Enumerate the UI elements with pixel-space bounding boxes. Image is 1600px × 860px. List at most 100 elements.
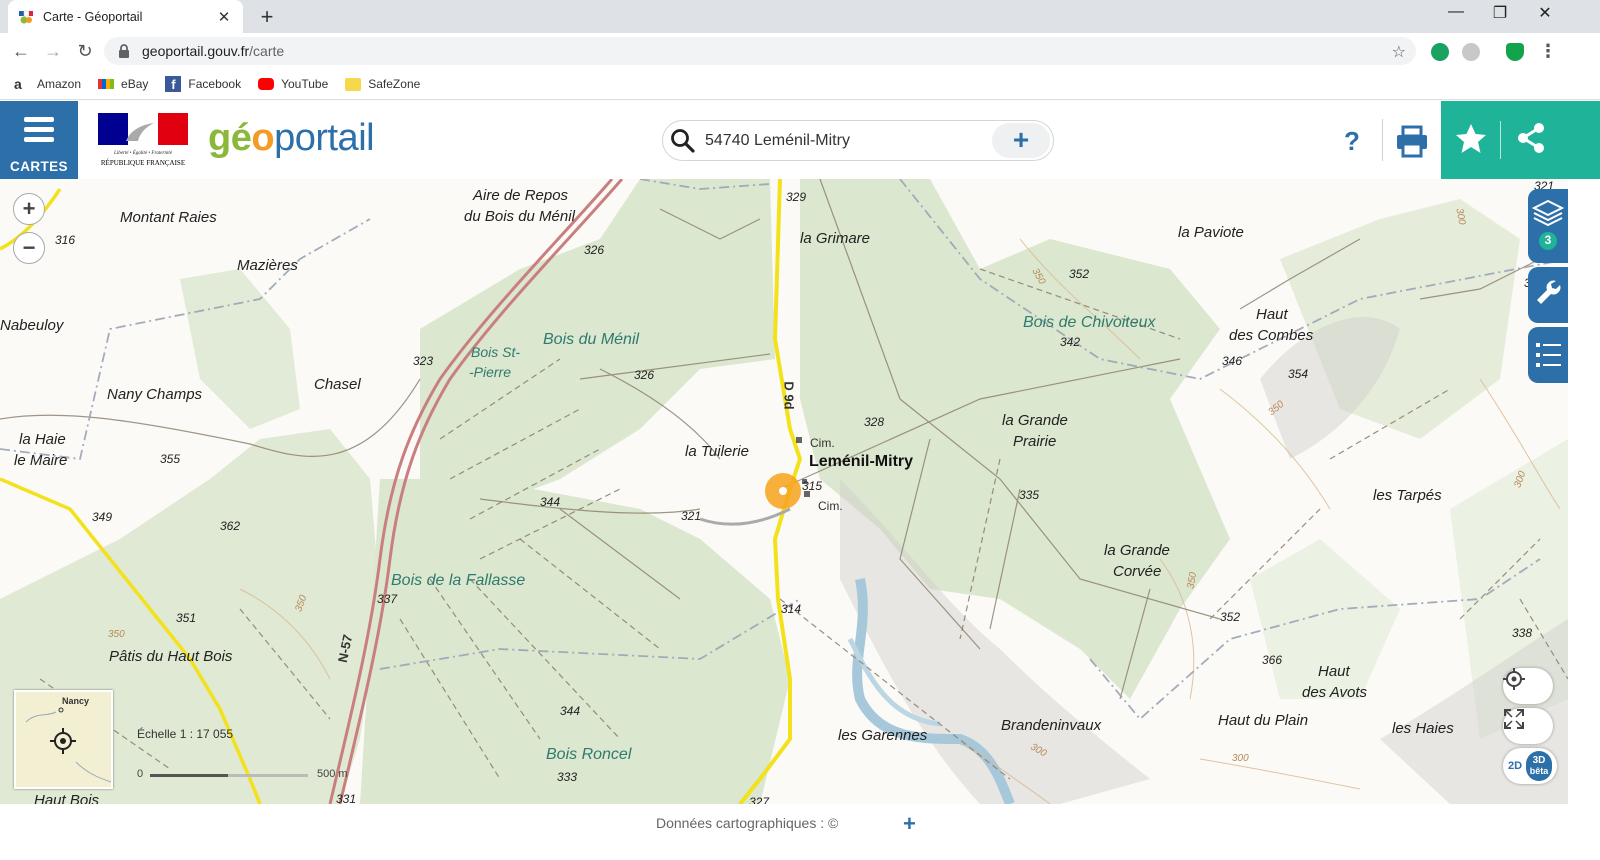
search-box[interactable]: 54740 Leménil-Mitry + bbox=[662, 120, 1054, 161]
elevation-label: 326 bbox=[584, 243, 605, 257]
print-icon[interactable] bbox=[1392, 121, 1432, 161]
elevation-label: 335 bbox=[1019, 488, 1040, 502]
folder-icon bbox=[345, 77, 362, 91]
geoportail-logo[interactable]: géoportail bbox=[208, 117, 375, 160]
elevation-label: 349 bbox=[92, 510, 113, 524]
place-label: Brandeninvaux bbox=[1001, 717, 1102, 734]
extension-drive-icon[interactable] bbox=[1462, 43, 1480, 61]
footer: Données cartographiques : © + bbox=[0, 804, 1600, 860]
help-button[interactable]: ? bbox=[1334, 121, 1370, 161]
place-label: Haut du Plain bbox=[1218, 712, 1309, 729]
republique-francaise: RÉPUBLIQUE FRANÇAISE bbox=[101, 159, 185, 167]
scale-max: 500 m bbox=[317, 768, 348, 780]
bookmark-ebay[interactable]: eBay bbox=[98, 77, 148, 91]
elevation-label: 362 bbox=[220, 519, 241, 533]
facebook-icon: f bbox=[165, 76, 182, 92]
browser-tab[interactable]: Carte - Géoportail ✕ bbox=[8, 0, 243, 33]
restore-icon[interactable]: ❐ bbox=[1488, 3, 1512, 23]
bookmark-label: Facebook bbox=[188, 77, 242, 91]
place-label: Pâtis du Haut Bois bbox=[109, 648, 233, 665]
bookmark-safezone[interactable]: SafeZone bbox=[345, 77, 420, 91]
legend-tab[interactable] bbox=[1528, 327, 1568, 383]
bookmark-youtube[interactable]: YouTube bbox=[258, 77, 328, 91]
elevation-label: 333 bbox=[557, 770, 578, 784]
address-bar[interactable]: geoportail.gouv.fr/carte ☆ bbox=[104, 37, 1416, 65]
page-scrollbar[interactable] bbox=[1568, 179, 1600, 804]
overview-minimap[interactable]: Nancy bbox=[14, 690, 113, 789]
view-3d-label: 3D bbox=[1532, 755, 1546, 766]
cartes-menu-button[interactable]: CARTES bbox=[0, 101, 78, 179]
view-2d-3d-toggle[interactable]: 2D 3D bêta bbox=[1503, 748, 1557, 784]
place-label: la Grimare bbox=[800, 230, 871, 247]
place-label: Nany Champs bbox=[107, 386, 203, 403]
share-icon[interactable] bbox=[1511, 116, 1551, 160]
elevation-label: 314 bbox=[781, 602, 802, 616]
elevation-label: 316 bbox=[55, 233, 76, 247]
teal-divider bbox=[1500, 121, 1501, 159]
bookmarks-bar: a Amazon eBay f Facebook YouTube SafeZon… bbox=[0, 69, 1600, 100]
place-label: la Grande bbox=[1002, 412, 1068, 429]
credits-expand-button[interactable]: + bbox=[903, 811, 916, 837]
tab-title: Carte - Géoportail bbox=[43, 9, 143, 24]
place-label: Montant Raies bbox=[120, 209, 217, 226]
fullscreen-icon bbox=[1504, 709, 1524, 729]
cemetery-label: Cim. bbox=[810, 436, 835, 450]
marianne-logo: Liberté • Égalité • Fraternité RÉPUBLIQU… bbox=[98, 113, 188, 167]
bookmark-facebook[interactable]: f Facebook bbox=[165, 76, 241, 92]
scale-zero: 0 bbox=[137, 768, 144, 780]
back-icon[interactable]: ← bbox=[9, 39, 33, 63]
header-divider bbox=[1382, 119, 1383, 161]
bookmark-star-icon[interactable]: ☆ bbox=[1392, 42, 1406, 62]
bookmark-label: eBay bbox=[121, 77, 149, 91]
place-label: des Avots bbox=[1302, 684, 1368, 701]
elevation-label: 355 bbox=[160, 452, 181, 466]
elevation-label: 352 bbox=[1220, 610, 1241, 624]
place-label: Corvée bbox=[1113, 563, 1162, 580]
reload-icon[interactable]: ↻ bbox=[73, 39, 97, 63]
star-favorite-icon[interactable] bbox=[1451, 116, 1491, 160]
place-label: la Paviote bbox=[1178, 224, 1244, 241]
elevation-label: 354 bbox=[1288, 367, 1309, 381]
youtube-icon bbox=[258, 78, 275, 90]
bookmark-label: YouTube bbox=[281, 77, 329, 91]
tools-tab[interactable] bbox=[1528, 267, 1568, 323]
fullscreen-button[interactable] bbox=[1503, 708, 1553, 744]
elevation-label: 351 bbox=[176, 611, 197, 625]
elevation-label: 346 bbox=[1222, 354, 1243, 368]
browser-menu-icon[interactable]: ⋮ bbox=[1536, 39, 1560, 63]
place-label: les Haies bbox=[1392, 720, 1454, 737]
layers-tab[interactable]: 3 bbox=[1528, 189, 1568, 263]
window-close-icon[interactable]: ✕ bbox=[1533, 3, 1557, 23]
advanced-search-plus-button[interactable]: + bbox=[992, 123, 1050, 158]
favorites-share-panel bbox=[1441, 101, 1600, 179]
bookmark-amazon[interactable]: a Amazon bbox=[14, 76, 81, 92]
search-input[interactable]: 54740 Leménil-Mitry bbox=[703, 132, 992, 150]
new-tab-icon[interactable]: + bbox=[255, 4, 279, 30]
layers-icon bbox=[1531, 199, 1565, 250]
place-label: Chasel bbox=[314, 376, 361, 393]
view-2d-label[interactable]: 2D bbox=[1508, 760, 1522, 772]
scale-bar bbox=[150, 774, 308, 777]
minimize-icon[interactable]: — bbox=[1444, 3, 1468, 21]
hamburger-icon bbox=[24, 117, 54, 147]
list-icon bbox=[1536, 343, 1561, 367]
extension-adguard-icon[interactable] bbox=[1431, 43, 1449, 61]
elevation-label: 321 bbox=[681, 509, 702, 523]
elevation-label: 315 bbox=[802, 479, 823, 493]
bookmark-label: Amazon bbox=[37, 77, 82, 91]
zoom-out-button[interactable]: − bbox=[13, 232, 45, 264]
map-canvas[interactable]: Aire de Repos du Bois du Ménil Montant R… bbox=[0, 179, 1568, 804]
layers-count-badge: 3 bbox=[1544, 233, 1552, 247]
geolocate-button[interactable] bbox=[1503, 668, 1553, 704]
elevation-label: 352 bbox=[1069, 267, 1090, 281]
place-label: Mazières bbox=[237, 257, 298, 274]
zoom-in-button[interactable]: + bbox=[13, 193, 45, 225]
extension-shield-icon[interactable] bbox=[1506, 43, 1524, 61]
search-icon[interactable] bbox=[663, 128, 703, 154]
elevation-label: 331 bbox=[336, 792, 357, 804]
tab-close-icon[interactable]: ✕ bbox=[215, 8, 233, 26]
forward-icon[interactable]: → bbox=[41, 39, 65, 63]
view-beta-label: bêta bbox=[1529, 766, 1549, 776]
view-3d-button[interactable]: 3D bêta bbox=[1526, 751, 1553, 781]
geoportail-favicon-icon bbox=[19, 10, 33, 23]
